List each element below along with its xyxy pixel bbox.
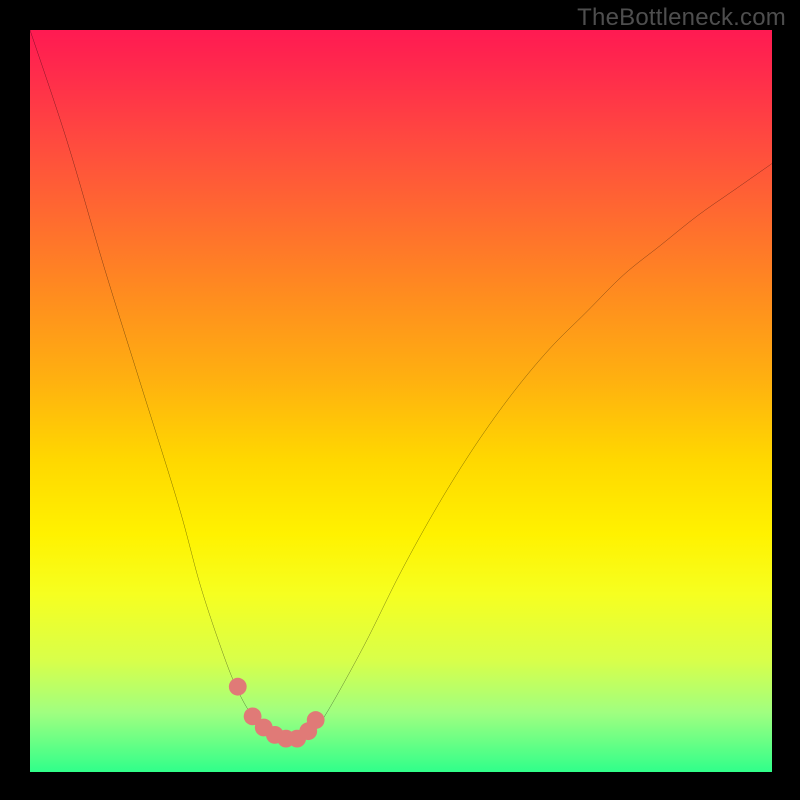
optimal-marker xyxy=(229,678,247,696)
curve-svg xyxy=(30,30,772,772)
watermark-text: TheBottleneck.com xyxy=(577,4,786,32)
marker-group xyxy=(229,678,325,748)
outer-frame: TheBottleneck.com xyxy=(0,0,800,800)
bottleneck-curve xyxy=(30,30,772,740)
optimal-marker xyxy=(307,711,325,729)
